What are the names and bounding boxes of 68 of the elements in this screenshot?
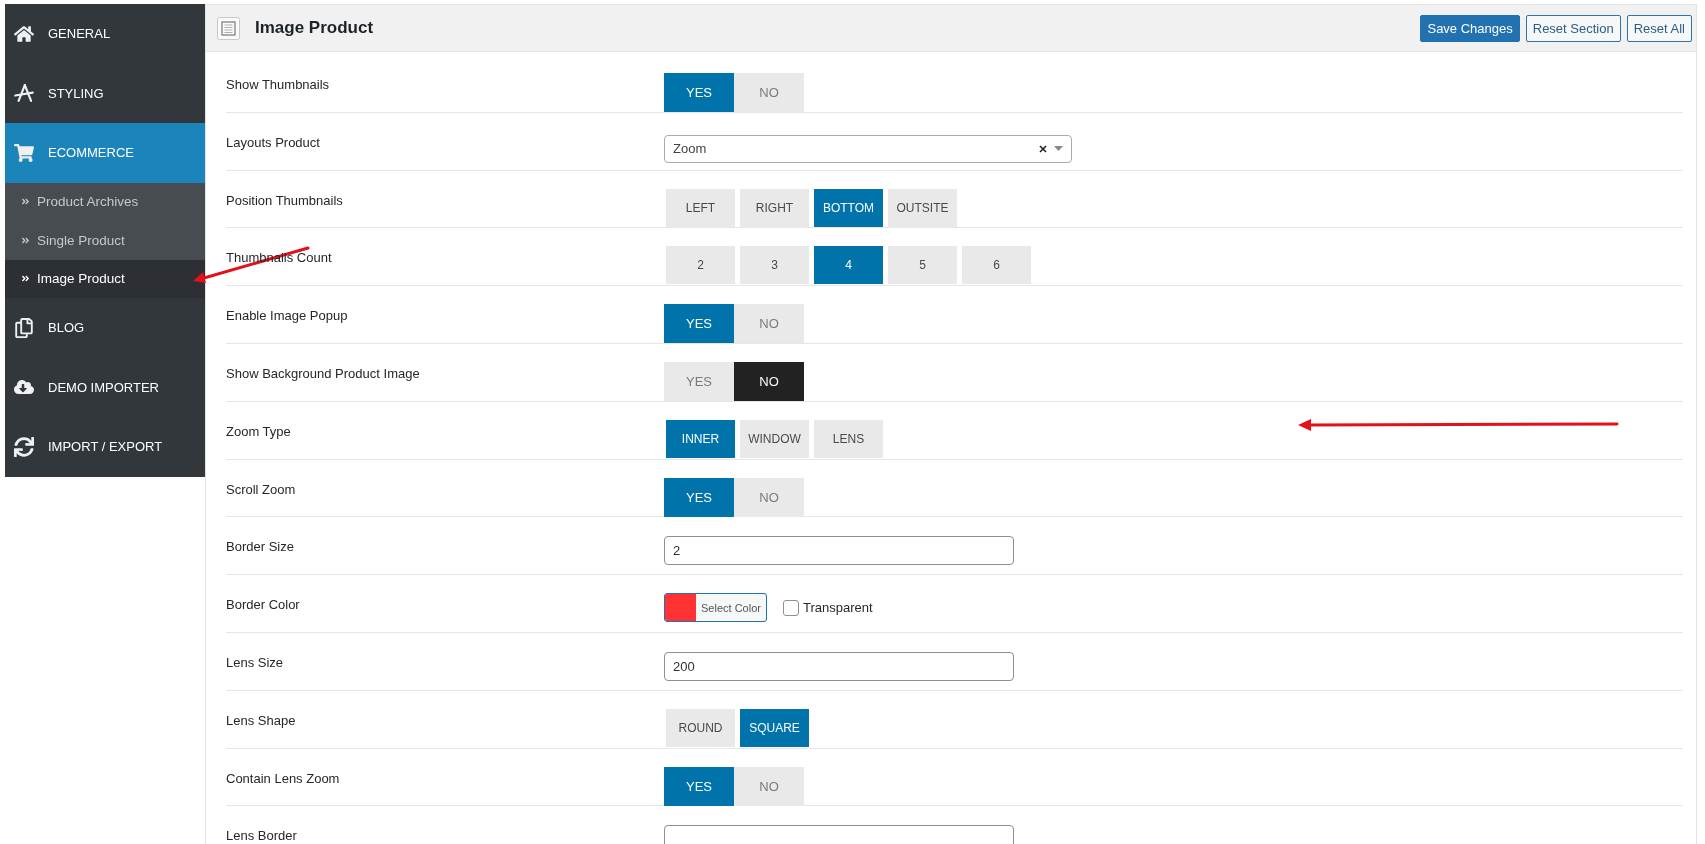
field-label: Layouts Product <box>226 134 321 150</box>
option-button[interactable]: 5 <box>888 246 957 285</box>
field-label: Zoom Type <box>226 423 292 439</box>
toggle-button[interactable]: NO <box>734 766 804 806</box>
option-button[interactable]: OUTSITE <box>888 188 957 227</box>
option-button[interactable]: 4 <box>814 246 883 285</box>
toggle-button[interactable]: YES <box>664 304 734 344</box>
double-chevron-icon <box>21 274 30 284</box>
caret-down-icon <box>1054 146 1063 152</box>
field-label: Contain Lens Zoom <box>226 770 341 786</box>
option-button[interactable]: RIGHT <box>740 188 809 227</box>
toggle-button[interactable]: NO <box>734 304 804 344</box>
double-chevron-icon <box>21 197 30 207</box>
sidebar-item[interactable]: DEMO IMPORTER <box>5 357 205 417</box>
sidebar-item[interactable]: GENERAL <box>5 4 205 64</box>
documents-icon <box>14 317 34 338</box>
field-label: Border Size <box>226 539 295 555</box>
sidebar-item[interactable]: BLOG <box>5 298 205 358</box>
field-label: Position Thumbnails <box>226 192 344 208</box>
option-button[interactable]: 2 <box>666 246 735 285</box>
reset-button[interactable]: Reset Section <box>1525 14 1621 42</box>
toggle-button[interactable]: NO <box>734 362 804 401</box>
panel-icon <box>217 16 240 40</box>
option-button[interactable]: BOTTOM <box>814 188 883 227</box>
field-label: Show Background Product Image <box>226 366 421 381</box>
sync-icon <box>14 436 34 457</box>
field-label: Scroll Zoom <box>226 481 297 497</box>
cart-icon <box>14 142 34 163</box>
submenu-item[interactable]: Single Product <box>5 221 205 260</box>
section-title: Image Product <box>255 18 374 38</box>
option-button[interactable]: 3 <box>740 246 809 285</box>
toggle-button[interactable]: NO <box>734 477 804 517</box>
field-label: Lens Border <box>226 828 298 844</box>
field-label: Border Color <box>226 597 301 613</box>
option-button[interactable]: 6 <box>962 246 1031 285</box>
clear-icon[interactable] <box>1039 144 1047 153</box>
field-label: Lens Size <box>226 654 285 670</box>
field-label: Show Thumbnails <box>226 77 331 92</box>
option-button[interactable]: ROUND <box>666 708 735 747</box>
option-button[interactable]: LENS <box>814 419 883 458</box>
sidebar-item[interactable]: STYLING <box>5 63 205 123</box>
toggle-button[interactable]: YES <box>664 766 734 806</box>
input-field[interactable]: 2 <box>664 536 1014 566</box>
field-label: Lens Shape <box>226 712 297 728</box>
toggle-button[interactable]: YES <box>664 73 734 112</box>
checkbox-label: Transparent <box>803 600 873 616</box>
option-button[interactable]: LEFT <box>666 188 735 227</box>
home-icon <box>14 23 34 44</box>
sidebar-item[interactable]: IMPORT / EXPORT <box>5 417 205 477</box>
reset-button[interactable]: Reset All <box>1626 14 1692 42</box>
double-chevron-icon <box>21 235 30 245</box>
input-field[interactable]: 200 <box>664 651 1014 681</box>
save-button[interactable]: Save Changes <box>1420 14 1520 42</box>
select-field[interactable]: Zoom <box>664 134 1072 163</box>
option-button[interactable]: INNER <box>666 419 735 458</box>
option-button[interactable]: WINDOW <box>740 419 809 458</box>
select-color-button[interactable]: Select Color <box>664 593 767 623</box>
submenu-item[interactable]: Image Product <box>5 259 205 298</box>
button-label: Select Color <box>700 600 761 616</box>
toggle-button[interactable]: YES <box>664 362 734 401</box>
toggle-button[interactable]: YES <box>664 477 734 517</box>
field-label: Enable Image Popup <box>226 308 349 324</box>
sidebar-item[interactable]: ECOMMERCE <box>5 123 205 183</box>
letter-a-icon <box>14 83 34 104</box>
submenu-item[interactable]: Product Archives <box>5 182 205 221</box>
toggle-button[interactable]: NO <box>734 73 804 112</box>
checkbox[interactable] <box>783 599 799 616</box>
option-button[interactable]: SQUARE <box>740 708 809 747</box>
